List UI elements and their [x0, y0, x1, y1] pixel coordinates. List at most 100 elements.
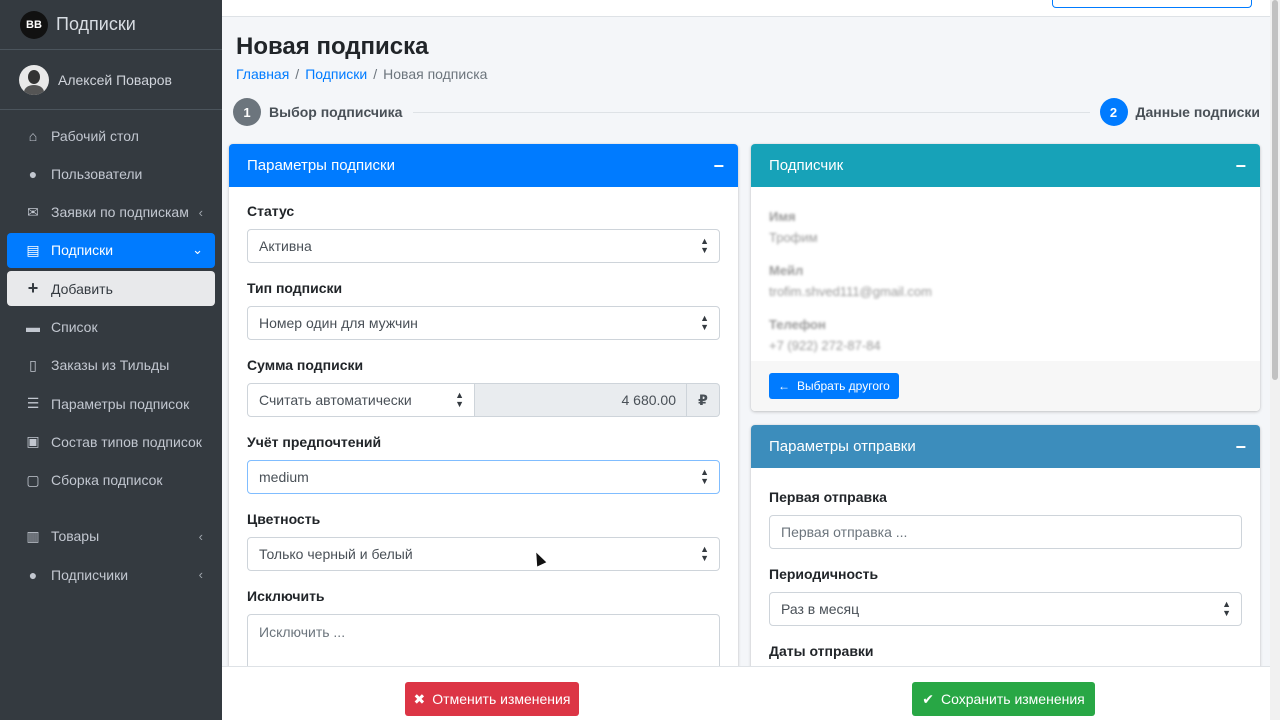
chevron-left-icon: ‹ [198, 528, 203, 544]
pref-label: Учёт предпочтений [247, 434, 382, 450]
breadcrumb-current: Новая подписка [383, 66, 488, 82]
breadcrumb-home[interactable]: Главная [236, 66, 289, 82]
status-value: Активна [259, 238, 312, 254]
first-ship-group: Первая отправка Первая отправка ... [769, 489, 1242, 549]
period-value: Раз в месяц [781, 601, 860, 617]
chevron-left-icon: ‹ [198, 567, 203, 583]
step-select-subscriber[interactable]: 1 Выбор подписчика [233, 98, 402, 126]
type-label: Тип подписки [247, 280, 343, 296]
collapse-icon[interactable]: − [713, 156, 724, 177]
sidebar-item-list[interactable]: ▬ Список [7, 309, 215, 344]
subscriber-card-body: Имя Трофим Мейл trofim.shved111@gmail.co… [751, 187, 1260, 361]
sidebar-item-users[interactable]: ● Пользователи [7, 156, 215, 191]
pref-value: medium [259, 469, 309, 485]
save-label: Сохранить изменения [940, 691, 1085, 707]
users-icon: ● [28, 165, 38, 182]
step-subscription-data[interactable]: 2 Данные подписки [1099, 98, 1260, 126]
list-icon: ▬ [26, 318, 40, 335]
type-select[interactable]: Номер один для мужчин ▲ ▼ [247, 306, 720, 340]
status-group: Статус Активна ▲ ▼ [247, 203, 720, 263]
stepper-line [413, 112, 1090, 113]
breadcrumb-subscriptions[interactable]: Подписки [305, 66, 367, 82]
sum-mode-value: Считать автоматически [259, 392, 412, 408]
breadcrumb-separator: / [373, 66, 378, 82]
select-arrows-icon: ▲ ▼ [1222, 599, 1231, 618]
exclude-textarea[interactable]: Исключить ... [247, 614, 720, 674]
sidebar-item-products[interactable]: ▥ Товары ‹ [7, 519, 215, 554]
select-arrows-icon: ▲ ▼ [700, 313, 709, 332]
sidebar-item-tilda-orders[interactable]: ▯ Заказы из Тильды [7, 348, 215, 383]
subscriber-card-header: Подписчик − [751, 144, 1260, 187]
sidebar-item-add[interactable]: + Добавить [7, 271, 215, 307]
choose-other-button[interactable]: ← Выбрать другого [769, 373, 899, 399]
exclude-label: Исключить [247, 588, 325, 604]
subscriber-card-footer: ← Выбрать другого [751, 361, 1260, 411]
breadcrumb-separator: / [295, 66, 300, 82]
status-select[interactable]: Активна ▲ ▼ [247, 229, 720, 263]
scrollbar-thumb[interactable] [1272, 0, 1278, 380]
type-value: Номер один для мужчин [259, 315, 418, 331]
period-select[interactable]: Раз в месяц ▲ ▼ [769, 592, 1242, 626]
sidebar-item-assembly[interactable]: ▢ Сборка подписок [7, 463, 215, 498]
subscriber-card: Подписчик − Имя Трофим Мейл trofim.shved… [751, 144, 1260, 411]
sum-mode-select[interactable]: Считать автоматически ▲ ▼ [247, 383, 475, 417]
phone-label: Телефон [769, 317, 826, 332]
sidebar-item-dashboard[interactable]: ⌂ Рабочий стол [7, 118, 215, 153]
cart-icon: ▥ [26, 527, 40, 544]
color-group: Цветность Только черный и белый ▲ ▼ [247, 511, 720, 571]
cancel-button[interactable]: ✖ Отменить изменения [405, 682, 579, 716]
user-name: Алексей Поваров [58, 71, 172, 88]
currency-addon: ₽ [687, 383, 720, 417]
sum-amount-field: 4 680.00 [475, 383, 687, 417]
sidebar-item-type-composition[interactable]: ▣ Состав типов подписок [7, 424, 215, 459]
home-icon: ⌂ [28, 127, 38, 144]
type-group: Тип подписки Номер один для мужчин ▲ ▼ [247, 280, 720, 340]
sidebar-nav: ⌂ Рабочий стол ● Пользователи ✉ Заявки п… [0, 110, 222, 604]
sidebar-item-label: Заявки по подпискам [51, 204, 189, 221]
scrollbar[interactable] [1270, 0, 1280, 720]
sidebar-item-label: Сборка подписок [51, 472, 163, 489]
sidebar-item-subscriptions[interactable]: ▤ Подписки ⌄ [7, 232, 215, 268]
color-select[interactable]: Только черный и белый ▲ ▼ [247, 537, 720, 571]
sidebar-item-subscribers[interactable]: ● Подписчики ‹ [7, 557, 215, 592]
id-card-icon: ▤ [26, 241, 40, 258]
sidebar-item-label: Параметры подписок [51, 395, 190, 412]
users-icon: ● [28, 566, 38, 583]
sidebar-item-label: Пользователи [51, 165, 143, 182]
params-card-title: Параметры подписки [247, 157, 395, 174]
first-ship-input[interactable]: Первая отправка ... [769, 515, 1242, 549]
sidebar-item-label: Заказы из Тильды [51, 357, 170, 374]
plus-icon: + [27, 278, 39, 299]
exclude-group: Исключить Исключить ... [247, 588, 720, 674]
top-search-box[interactable] [1052, 0, 1252, 8]
step-number: 1 [233, 98, 261, 126]
select-arrows-icon: ▲ ▼ [700, 236, 709, 255]
brand[interactable]: BB Подписки [0, 0, 222, 50]
collapse-icon[interactable]: − [1235, 437, 1246, 458]
breadcrumb: Главная / Подписки / Новая подписка [236, 66, 487, 82]
params-card: Параметры подписки − Статус Активна ▲ ▼ Т… [229, 144, 738, 684]
save-button[interactable]: ✔ Сохранить изменения [912, 682, 1095, 716]
sidebar-item-sub-params[interactable]: ☰ Параметры подписок [7, 386, 215, 421]
bottom-action-bar: ✖ Отменить изменения ✔ Сохранить изменен… [222, 666, 1270, 720]
collapse-icon[interactable]: − [1235, 156, 1246, 177]
cancel-label: Отменить изменения [432, 691, 571, 707]
sidebar: BB Подписки Алексей Поваров ⌂ Рабочий ст… [0, 0, 222, 720]
sliders-icon: ☰ [26, 395, 40, 412]
box-icon: ▢ [26, 471, 40, 488]
name-label: Имя [769, 209, 796, 224]
user-panel[interactable]: Алексей Поваров [0, 50, 222, 110]
sidebar-item-requests[interactable]: ✉ Заявки по подпискам ‹ [7, 195, 215, 230]
file-icon: ▯ [29, 356, 37, 373]
pref-select[interactable]: medium ▲ ▼ [247, 460, 720, 494]
email-label: Мейл [769, 263, 804, 278]
shipping-card-body: Первая отправка Первая отправка ... Пери… [751, 468, 1260, 685]
subscriber-card-title: Подписчик [769, 157, 844, 174]
brand-logo: BB [20, 10, 48, 39]
chevron-left-icon: ‹ [198, 204, 203, 220]
close-icon: ✖ [413, 690, 426, 707]
color-label: Цветность [247, 511, 321, 527]
sidebar-item-label: Добавить [51, 280, 113, 297]
check-icon: ✔ [922, 690, 934, 707]
